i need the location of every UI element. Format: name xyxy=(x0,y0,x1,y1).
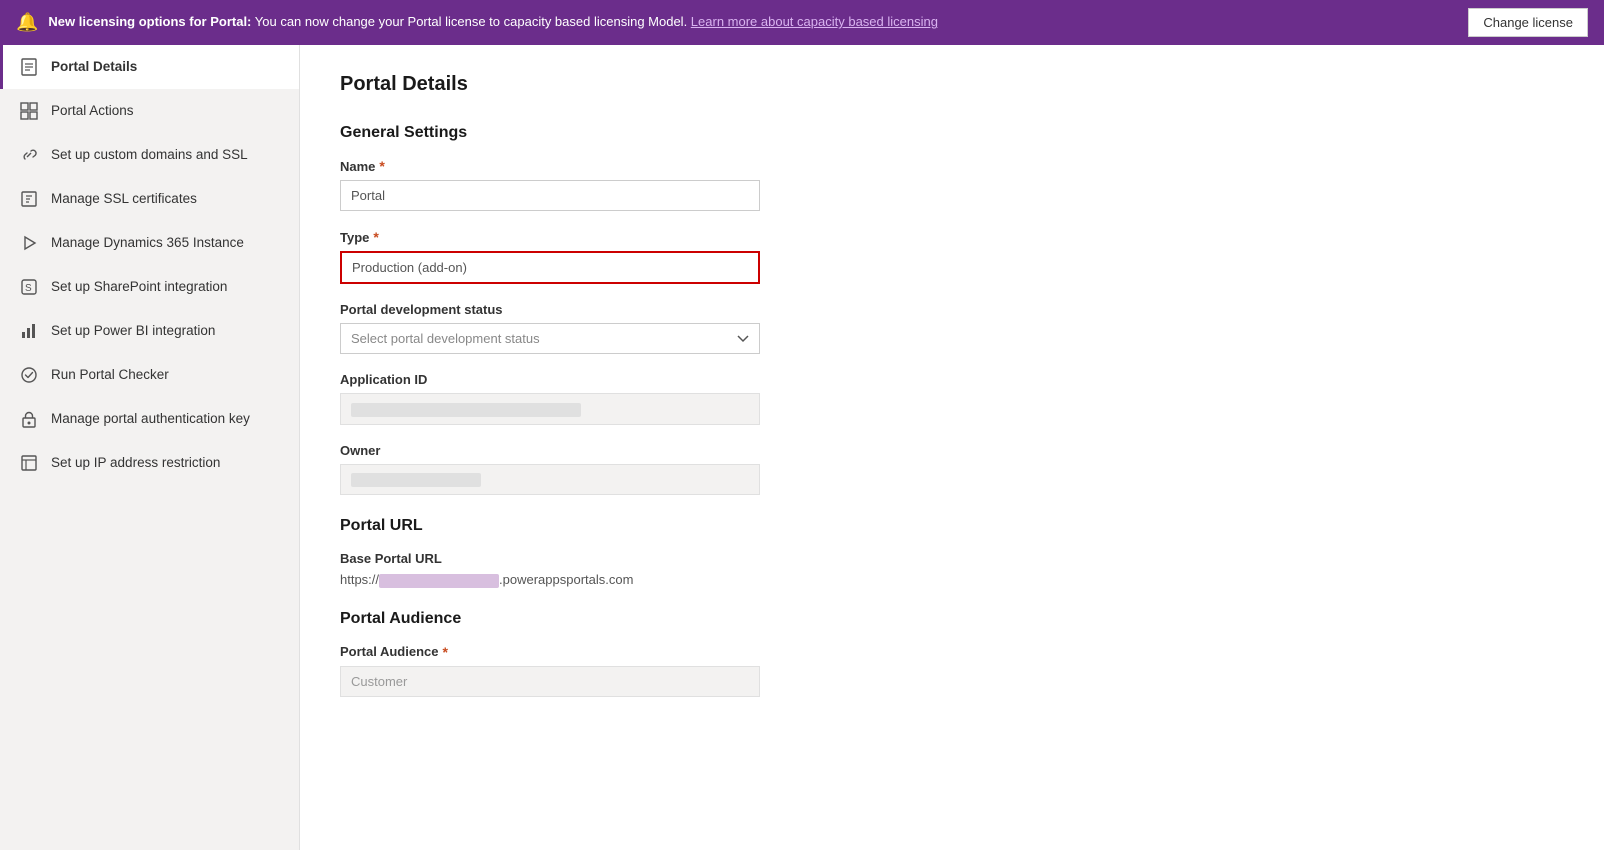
main-content: Portal Details General Settings Name * T… xyxy=(300,45,1604,850)
url-redacted xyxy=(379,574,499,588)
general-settings-section: General Settings Name * Type * xyxy=(340,124,1564,495)
type-label: Type * xyxy=(340,229,1564,245)
application-id-value xyxy=(340,393,760,425)
sidebar-item-label-ip-restriction: Set up IP address restriction xyxy=(51,454,220,472)
type-required-indicator: * xyxy=(373,229,378,245)
licensing-banner: 🔔 New licensing options for Portal: You … xyxy=(0,0,1604,45)
sidebar: Portal Details Portal Actions Set up cus… xyxy=(0,45,300,850)
banner-text-prefix: New licensing options for Portal: xyxy=(48,14,251,29)
url-prefix: https:// xyxy=(340,572,379,587)
base-portal-url-value: https:// .powerappsportals.com xyxy=(340,572,1564,588)
portal-url-section: Portal URL Base Portal URL https:// .powe… xyxy=(340,517,1564,588)
change-license-button[interactable]: Change license xyxy=(1468,8,1588,37)
sidebar-item-label-auth-key: Manage portal authentication key xyxy=(51,410,250,428)
document-icon xyxy=(19,57,39,77)
lock-icon xyxy=(19,409,39,429)
owner-field-group: Owner xyxy=(340,443,1564,496)
general-settings-title: General Settings xyxy=(340,124,1564,142)
application-id-redacted xyxy=(351,403,581,417)
sidebar-item-label-dynamics-365: Manage Dynamics 365 Instance xyxy=(51,234,244,252)
banner-learn-more-link[interactable]: Learn more about capacity based licensin… xyxy=(691,14,938,29)
portal-audience-field-group: Portal Audience * Customer xyxy=(340,644,1564,697)
portal-audience-label: Portal Audience * xyxy=(340,644,1564,660)
portal-audience-value: Customer xyxy=(340,666,760,697)
type-field-group: Type * xyxy=(340,229,1564,284)
owner-redacted xyxy=(351,473,481,487)
application-id-field-group: Application ID xyxy=(340,372,1564,425)
sharepoint-icon: S xyxy=(19,277,39,297)
checker-icon xyxy=(19,365,39,385)
svg-text:S: S xyxy=(25,283,32,294)
sidebar-item-label-custom-domains: Set up custom domains and SSL xyxy=(51,146,248,164)
sidebar-item-ssl-certs[interactable]: Manage SSL certificates xyxy=(0,177,299,221)
name-label: Name * xyxy=(340,158,1564,174)
link-icon xyxy=(19,145,39,165)
sidebar-item-label-ssl-certs: Manage SSL certificates xyxy=(51,190,197,208)
sidebar-item-label-power-bi: Set up Power BI integration xyxy=(51,322,215,340)
sidebar-item-portal-actions[interactable]: Portal Actions xyxy=(0,89,299,133)
base-portal-url-group: Base Portal URL https:// .powerappsportal… xyxy=(340,551,1564,588)
banner-text-body: You can now change your Portal license t… xyxy=(255,14,691,29)
dev-status-select[interactable]: Select portal development status xyxy=(340,323,760,354)
sidebar-item-power-bi[interactable]: Set up Power BI integration xyxy=(0,309,299,353)
play-icon xyxy=(19,233,39,253)
ip-restriction-icon xyxy=(19,453,39,473)
portal-audience-section: Portal Audience Portal Audience * Custom… xyxy=(340,610,1564,697)
portal-url-title: Portal URL xyxy=(340,517,1564,535)
name-required-indicator: * xyxy=(379,158,384,174)
owner-value xyxy=(340,464,760,496)
owner-label: Owner xyxy=(340,443,1564,458)
portal-audience-required: * xyxy=(442,644,447,660)
base-portal-url-label: Base Portal URL xyxy=(340,551,1564,566)
sidebar-item-label-portal-checker: Run Portal Checker xyxy=(51,366,169,384)
name-field-group: Name * xyxy=(340,158,1564,211)
page-title: Portal Details xyxy=(340,73,1564,96)
sidebar-item-label-sharepoint: Set up SharePoint integration xyxy=(51,278,227,296)
dev-status-label: Portal development status xyxy=(340,302,1564,317)
type-input[interactable] xyxy=(340,251,760,284)
application-id-label: Application ID xyxy=(340,372,1564,387)
banner-text: New licensing options for Portal: You ca… xyxy=(48,13,1458,31)
chart-icon xyxy=(19,321,39,341)
dev-status-field-group: Portal development status Select portal … xyxy=(340,302,1564,354)
sidebar-item-portal-checker[interactable]: Run Portal Checker xyxy=(0,353,299,397)
certificate-icon xyxy=(19,189,39,209)
sidebar-item-dynamics-365[interactable]: Manage Dynamics 365 Instance xyxy=(0,221,299,265)
sidebar-item-portal-details[interactable]: Portal Details xyxy=(0,45,299,89)
portal-audience-title: Portal Audience xyxy=(340,610,1564,628)
sidebar-item-custom-domains[interactable]: Set up custom domains and SSL xyxy=(0,133,299,177)
grid-icon xyxy=(19,101,39,121)
sidebar-item-label-portal-actions: Portal Actions xyxy=(51,102,134,120)
name-input[interactable] xyxy=(340,180,760,211)
banner-icon: 🔔 xyxy=(16,12,38,33)
main-layout: Portal Details Portal Actions Set up cus… xyxy=(0,45,1604,850)
sidebar-item-auth-key[interactable]: Manage portal authentication key xyxy=(0,397,299,441)
sidebar-item-sharepoint[interactable]: S Set up SharePoint integration xyxy=(0,265,299,309)
sidebar-item-label-portal-details: Portal Details xyxy=(51,58,137,76)
sidebar-item-ip-restriction[interactable]: Set up IP address restriction xyxy=(0,441,299,485)
url-suffix: .powerappsportals.com xyxy=(499,572,633,587)
